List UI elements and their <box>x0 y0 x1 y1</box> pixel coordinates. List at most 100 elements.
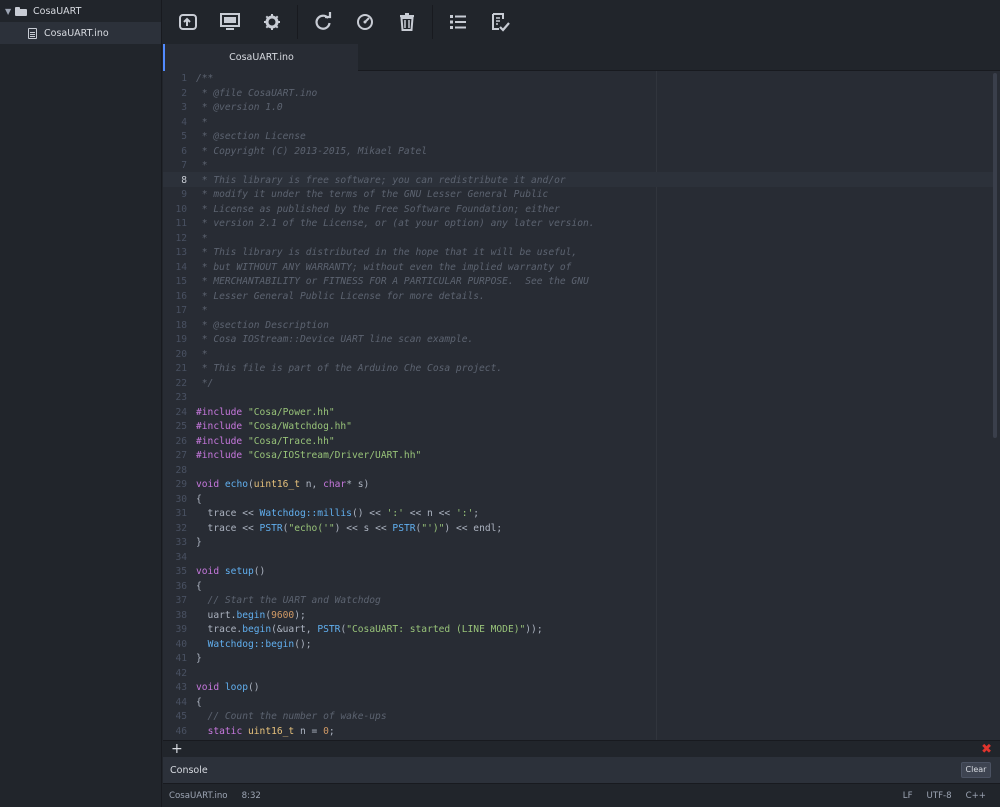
code-line[interactable]: 26 #include "Cosa/Trace.hh" <box>163 435 993 450</box>
code-line[interactable]: 14 * but WITHOUT ANY WARRANTY; without e… <box>163 261 993 276</box>
settings-button[interactable] <box>255 5 289 39</box>
status-line-ending[interactable]: LF <box>903 791 913 801</box>
code-line[interactable]: 9 * modify it under the terms of the GNU… <box>163 188 993 203</box>
clear-button[interactable]: Clear <box>961 762 991 778</box>
code-line[interactable]: 5 * @section License <box>163 130 993 145</box>
code-token: * modify it under the terms of the GNU L… <box>196 189 549 200</box>
upload-button[interactable] <box>171 5 205 39</box>
code-line[interactable]: 12 * <box>163 232 993 247</box>
verify-button[interactable] <box>348 5 382 39</box>
code-line[interactable]: 19 * Cosa IOStream::Device UART line sca… <box>163 333 993 348</box>
refresh-button[interactable] <box>306 5 340 39</box>
code-token: uint16_t <box>248 725 295 737</box>
code-token: * MERCHANTABILITY or FITNESS FOR A PARTI… <box>196 276 589 287</box>
code-token: { <box>196 696 202 708</box>
code-line[interactable]: 32 trace << PSTR("echo('") << s << PSTR(… <box>163 522 993 537</box>
code-line[interactable]: 23 <box>163 391 993 406</box>
code-line[interactable]: 27 #include "Cosa/IOStream/Driver/UART.hh… <box>163 449 993 464</box>
code-text: * This library is distributed in the hop… <box>196 246 577 261</box>
code-line[interactable]: 13 * This library is distributed in the … <box>163 246 993 261</box>
code-line[interactable]: 29 void echo(uint16_t n, char* s) <box>163 478 993 493</box>
code-editor[interactable]: 1/** 2 * @file CosaUART.ino 3 * @version 1… <box>163 71 1000 740</box>
code-line[interactable]: 33} <box>163 536 993 551</box>
code-line[interactable]: 17 * <box>163 304 993 319</box>
code-line[interactable]: 37 // Start the UART and Watchdog <box>163 594 993 609</box>
edit-list-button[interactable] <box>483 5 517 39</box>
line-number: 7 <box>181 160 187 171</box>
line-number: 44 <box>175 696 187 708</box>
edit-list-icon <box>492 13 510 32</box>
code-lines[interactable]: 1/** 2 * @file CosaUART.ino 3 * @version 1… <box>163 72 993 739</box>
code-line[interactable]: 3 * @version 1.0 <box>163 101 993 116</box>
code-line[interactable]: 46 static uint16_t n = 0; <box>163 725 993 740</box>
list-button[interactable] <box>441 5 475 39</box>
tab-bar: CosaUART.ino <box>163 44 1000 71</box>
code-line[interactable]: 7 * <box>163 159 993 174</box>
code-line[interactable]: 24 #include "Cosa/Power.hh" <box>163 406 993 421</box>
code-token: void <box>196 566 225 577</box>
code-token: )); <box>525 624 543 635</box>
code-line[interactable]: 36 { <box>163 580 993 595</box>
code-text: #include "Cosa/Power.hh" <box>196 406 335 421</box>
code-line[interactable]: 18 * @section Description <box>163 319 993 334</box>
code-line[interactable]: 30 { <box>163 493 993 508</box>
tree-file-item[interactable]: CosaUART.ino <box>0 22 161 44</box>
code-line[interactable]: 15 * MERCHANTABILITY or FITNESS FOR A PA… <box>163 275 993 290</box>
code-line[interactable]: 10 * License as published by the Free So… <box>163 203 993 218</box>
chevron-down-icon[interactable]: ▼ <box>5 7 15 16</box>
code-line[interactable]: 1 /** <box>163 72 993 87</box>
code-line[interactable]: 44 { <box>163 696 993 711</box>
close-icon[interactable]: ✖ <box>981 741 992 758</box>
code-line[interactable]: 40 Watchdog::begin(); <box>163 638 993 653</box>
tab-title: CosaUART.ino <box>229 52 294 63</box>
line-number: 11 <box>175 218 187 229</box>
code-line[interactable]: 41} <box>163 652 993 667</box>
code-token: * @file CosaUART.ino <box>196 87 318 99</box>
code-line[interactable]: 28 <box>163 464 993 479</box>
status-encoding[interactable]: UTF-8 <box>927 791 952 801</box>
code-line[interactable]: 2 * @file CosaUART.ino <box>163 87 993 102</box>
code-text: /** <box>196 72 213 87</box>
code-line[interactable]: 38 uart.begin(9600); <box>163 609 993 624</box>
code-line[interactable]: 42 <box>163 667 993 682</box>
code-line[interactable]: 11 * version 2.1 of the License, or (at … <box>163 217 993 232</box>
code-text: * This file is part of the Arduino Che C… <box>196 362 502 377</box>
delete-button[interactable] <box>390 5 424 39</box>
code-token: Watchdog::begin <box>207 638 295 650</box>
code-text: { <box>196 696 202 711</box>
status-bar: CosaUART.ino 8:32 LF UTF-8 C++ <box>163 783 1000 807</box>
code-token: #include <box>196 421 248 432</box>
editor-scrollbar[interactable] <box>993 73 997 438</box>
code-line[interactable]: 35 void setup() <box>163 565 993 580</box>
code-text: #include "Cosa/Trace.hh" <box>196 435 335 450</box>
tree-folder-root[interactable]: ▼ CosaUART <box>0 0 161 22</box>
code-text: * License as published by the Free Softw… <box>196 203 560 218</box>
list-icon <box>450 15 466 29</box>
code-line[interactable]: 31 trace << Watchdog::millis() << ':' <<… <box>163 507 993 522</box>
code-token: ':' <box>386 508 404 519</box>
code-line[interactable]: 45 // Count the number of wake-ups <box>163 710 993 725</box>
code-line[interactable]: 21 * This file is part of the Arduino Ch… <box>163 362 993 377</box>
code-line[interactable]: 39 trace.begin(&uart, PSTR("CosaUART: st… <box>163 623 993 638</box>
code-line[interactable]: 22 */ <box>163 377 993 392</box>
line-number: 2 <box>181 87 187 99</box>
code-token: PSTR <box>392 522 416 534</box>
code-line[interactable]: 6 * Copyright (C) 2013-2015, Mikael Pate… <box>163 145 993 160</box>
status-cursor-position[interactable]: 8:32 <box>242 791 261 801</box>
add-icon[interactable]: + <box>171 741 183 758</box>
code-line[interactable]: 25 #include "Cosa/Watchdog.hh" <box>163 420 993 435</box>
project-tree: ▼ CosaUART CosaUART.ino <box>0 0 162 807</box>
code-line[interactable]: 34 <box>163 551 993 566</box>
tree-file-label: CosaUART.ino <box>44 27 109 39</box>
tab-cosauart-ino[interactable]: CosaUART.ino <box>163 44 358 71</box>
code-line[interactable]: 4 * <box>163 116 993 131</box>
code-line[interactable]: 43 void loop() <box>163 681 993 696</box>
code-line[interactable]: 16 * Lesser General Public License for m… <box>163 290 993 305</box>
code-line[interactable]: 20 * <box>163 348 993 363</box>
code-token: << n << <box>403 508 456 519</box>
serial-monitor-button[interactable] <box>213 5 247 39</box>
code-line[interactable]: 8 * This library is free software; you c… <box>163 174 993 189</box>
status-file-name[interactable]: CosaUART.ino <box>169 791 228 801</box>
status-grammar[interactable]: C++ <box>966 791 986 801</box>
